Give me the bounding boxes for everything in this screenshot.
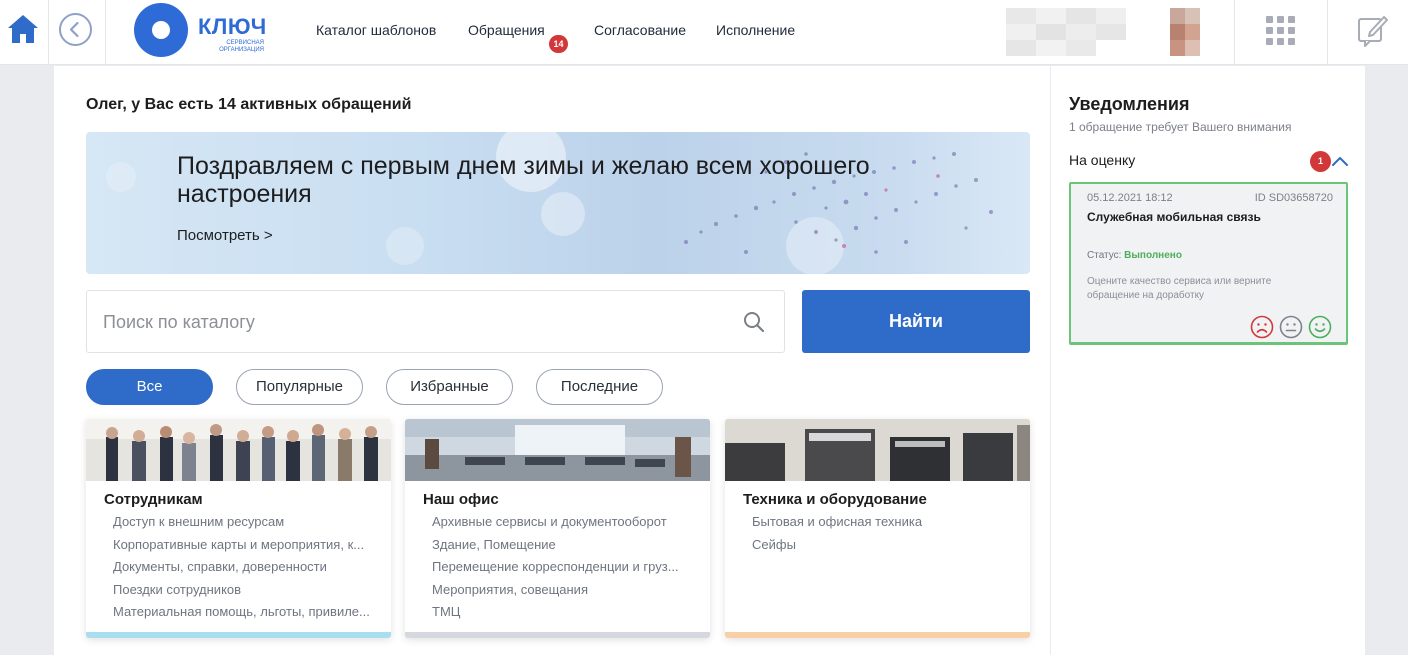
page-greeting: Олег, у Вас есть 14 активных обращений: [86, 96, 412, 113]
nav-catalog[interactable]: Каталог шаблонов: [316, 22, 436, 38]
company-logo[interactable]: КЛЮЧ СЕРВИСНАЯ ОРГАНИЗАЦИЯ: [134, 3, 284, 59]
section-to-rate[interactable]: На оценку: [1069, 152, 1135, 168]
requests-count-badge: 14: [549, 35, 568, 53]
card-title: Наш офис: [423, 491, 499, 508]
find-button[interactable]: Найти: [802, 290, 1030, 353]
notifications-subtitle: 1 обращение требует Вашего внимания: [1069, 120, 1292, 134]
catalog-card-employees[interactable]: Сотрудникам Доступ к внешним ресурсам Ко…: [86, 419, 391, 638]
search-icon[interactable]: [743, 311, 765, 333]
filter-all[interactable]: Все: [86, 369, 213, 405]
catalog-card-equipment[interactable]: Техника и оборудование Бытовая и офисная…: [725, 419, 1030, 638]
card-item-list: Архивные сервисы и документооборот Здани…: [432, 511, 702, 624]
list-item[interactable]: Поездки сотрудников: [113, 579, 383, 602]
ticket-date: 05.12.2021 18:12: [1087, 192, 1173, 204]
edit-note-icon[interactable]: [1356, 12, 1390, 48]
list-item[interactable]: Перемещение корреспонденции и груз...: [432, 556, 702, 579]
sad-face-icon[interactable]: [1250, 315, 1274, 339]
ticket-status: Статус: Выполнено: [1087, 250, 1182, 261]
catalog-card-office[interactable]: Наш офис Архивные сервисы и документообо…: [405, 419, 710, 638]
notifications-title: Уведомления: [1069, 94, 1190, 114]
catalog-search: [86, 290, 785, 353]
banner-view-link[interactable]: Посмотреть >: [177, 227, 273, 244]
nav-requests[interactable]: Обращения: [468, 22, 545, 38]
list-item[interactable]: Здание, Помещение: [432, 534, 702, 557]
card-title: Техника и оборудование: [743, 491, 927, 508]
card-item-list: Доступ к внешним ресурсам Корпоративные …: [113, 511, 383, 624]
filter-popular[interactable]: Популярные: [236, 369, 363, 405]
status-value: Выполнено: [1124, 250, 1182, 261]
news-banner[interactable]: Поздравляем с первым днем зимы и желаю в…: [86, 132, 1030, 274]
list-item[interactable]: Доступ к внешним ресурсам: [113, 511, 383, 534]
filter-recent[interactable]: Последние: [536, 369, 663, 405]
notifications-panel: Уведомления 1 обращение требует Вашего в…: [1051, 66, 1365, 655]
logo-subtitle: СЕРВИСНАЯ ОРГАНИЗАЦИЯ: [219, 40, 264, 53]
list-item[interactable]: Сейфы: [752, 534, 1022, 557]
list-item[interactable]: ТМЦ: [432, 601, 702, 624]
divider: [1234, 0, 1235, 65]
apps-grid-icon[interactable]: [1266, 16, 1296, 46]
card-accent-bar: [86, 632, 391, 638]
user-profile-blurred[interactable]: [1006, 8, 1216, 56]
list-item[interactable]: Корпоративные карты и мероприятия, к...: [113, 534, 383, 557]
card-title: Сотрудникам: [104, 491, 203, 508]
employees-photo: [86, 419, 391, 481]
window-frame: [1365, 66, 1408, 655]
main-content: Олег, у Вас есть 14 активных обращений П…: [54, 66, 1050, 655]
card-accent-bar: [725, 632, 1030, 638]
card-item-list: Бытовая и офисная техника Сейфы: [752, 511, 1022, 556]
happy-face-icon[interactable]: [1308, 315, 1332, 339]
card-accent-bar: [405, 632, 710, 638]
logo-mark: [134, 3, 188, 57]
list-item[interactable]: Бытовая и офисная техника: [752, 511, 1022, 534]
nav-approval[interactable]: Согласование: [594, 22, 686, 38]
office-photo: [405, 419, 710, 481]
ticket-id: ID SD03658720: [1254, 192, 1333, 204]
ticket-note: Оцените качество сервиса или верните обр…: [1087, 276, 1272, 301]
ticket-card[interactable]: 05.12.2021 18:12 ID SD03658720 Служебная…: [1069, 182, 1348, 345]
list-item[interactable]: Мероприятия, совещания: [432, 579, 702, 602]
divider: [1327, 0, 1328, 65]
chevron-up-icon[interactable]: [1331, 154, 1349, 168]
divider: [105, 0, 106, 65]
filter-favorites[interactable]: Избранные: [386, 369, 513, 405]
nav-execution[interactable]: Исполнение: [716, 22, 795, 38]
banner-title: Поздравляем с первым днем зимы и желаю в…: [177, 152, 870, 208]
status-label: Статус:: [1087, 250, 1122, 261]
equipment-photo: [725, 419, 1030, 481]
list-item[interactable]: Документы, справки, доверенности: [113, 556, 383, 579]
list-item[interactable]: Материальная помощь, льготы, привиле...: [113, 601, 383, 624]
logo-title: КЛЮЧ: [198, 14, 267, 39]
divider: [48, 0, 49, 65]
neutral-face-icon[interactable]: [1279, 315, 1303, 339]
top-bar: КЛЮЧ СЕРВИСНАЯ ОРГАНИЗАЦИЯ Каталог шабло…: [0, 0, 1408, 65]
home-icon[interactable]: [6, 12, 40, 46]
list-item[interactable]: Архивные сервисы и документооборот: [432, 511, 702, 534]
search-input[interactable]: [103, 303, 723, 341]
ticket-title: Служебная мобильная связь: [1087, 210, 1261, 224]
back-icon[interactable]: [59, 13, 92, 46]
section-count-badge: 1: [1310, 151, 1331, 172]
